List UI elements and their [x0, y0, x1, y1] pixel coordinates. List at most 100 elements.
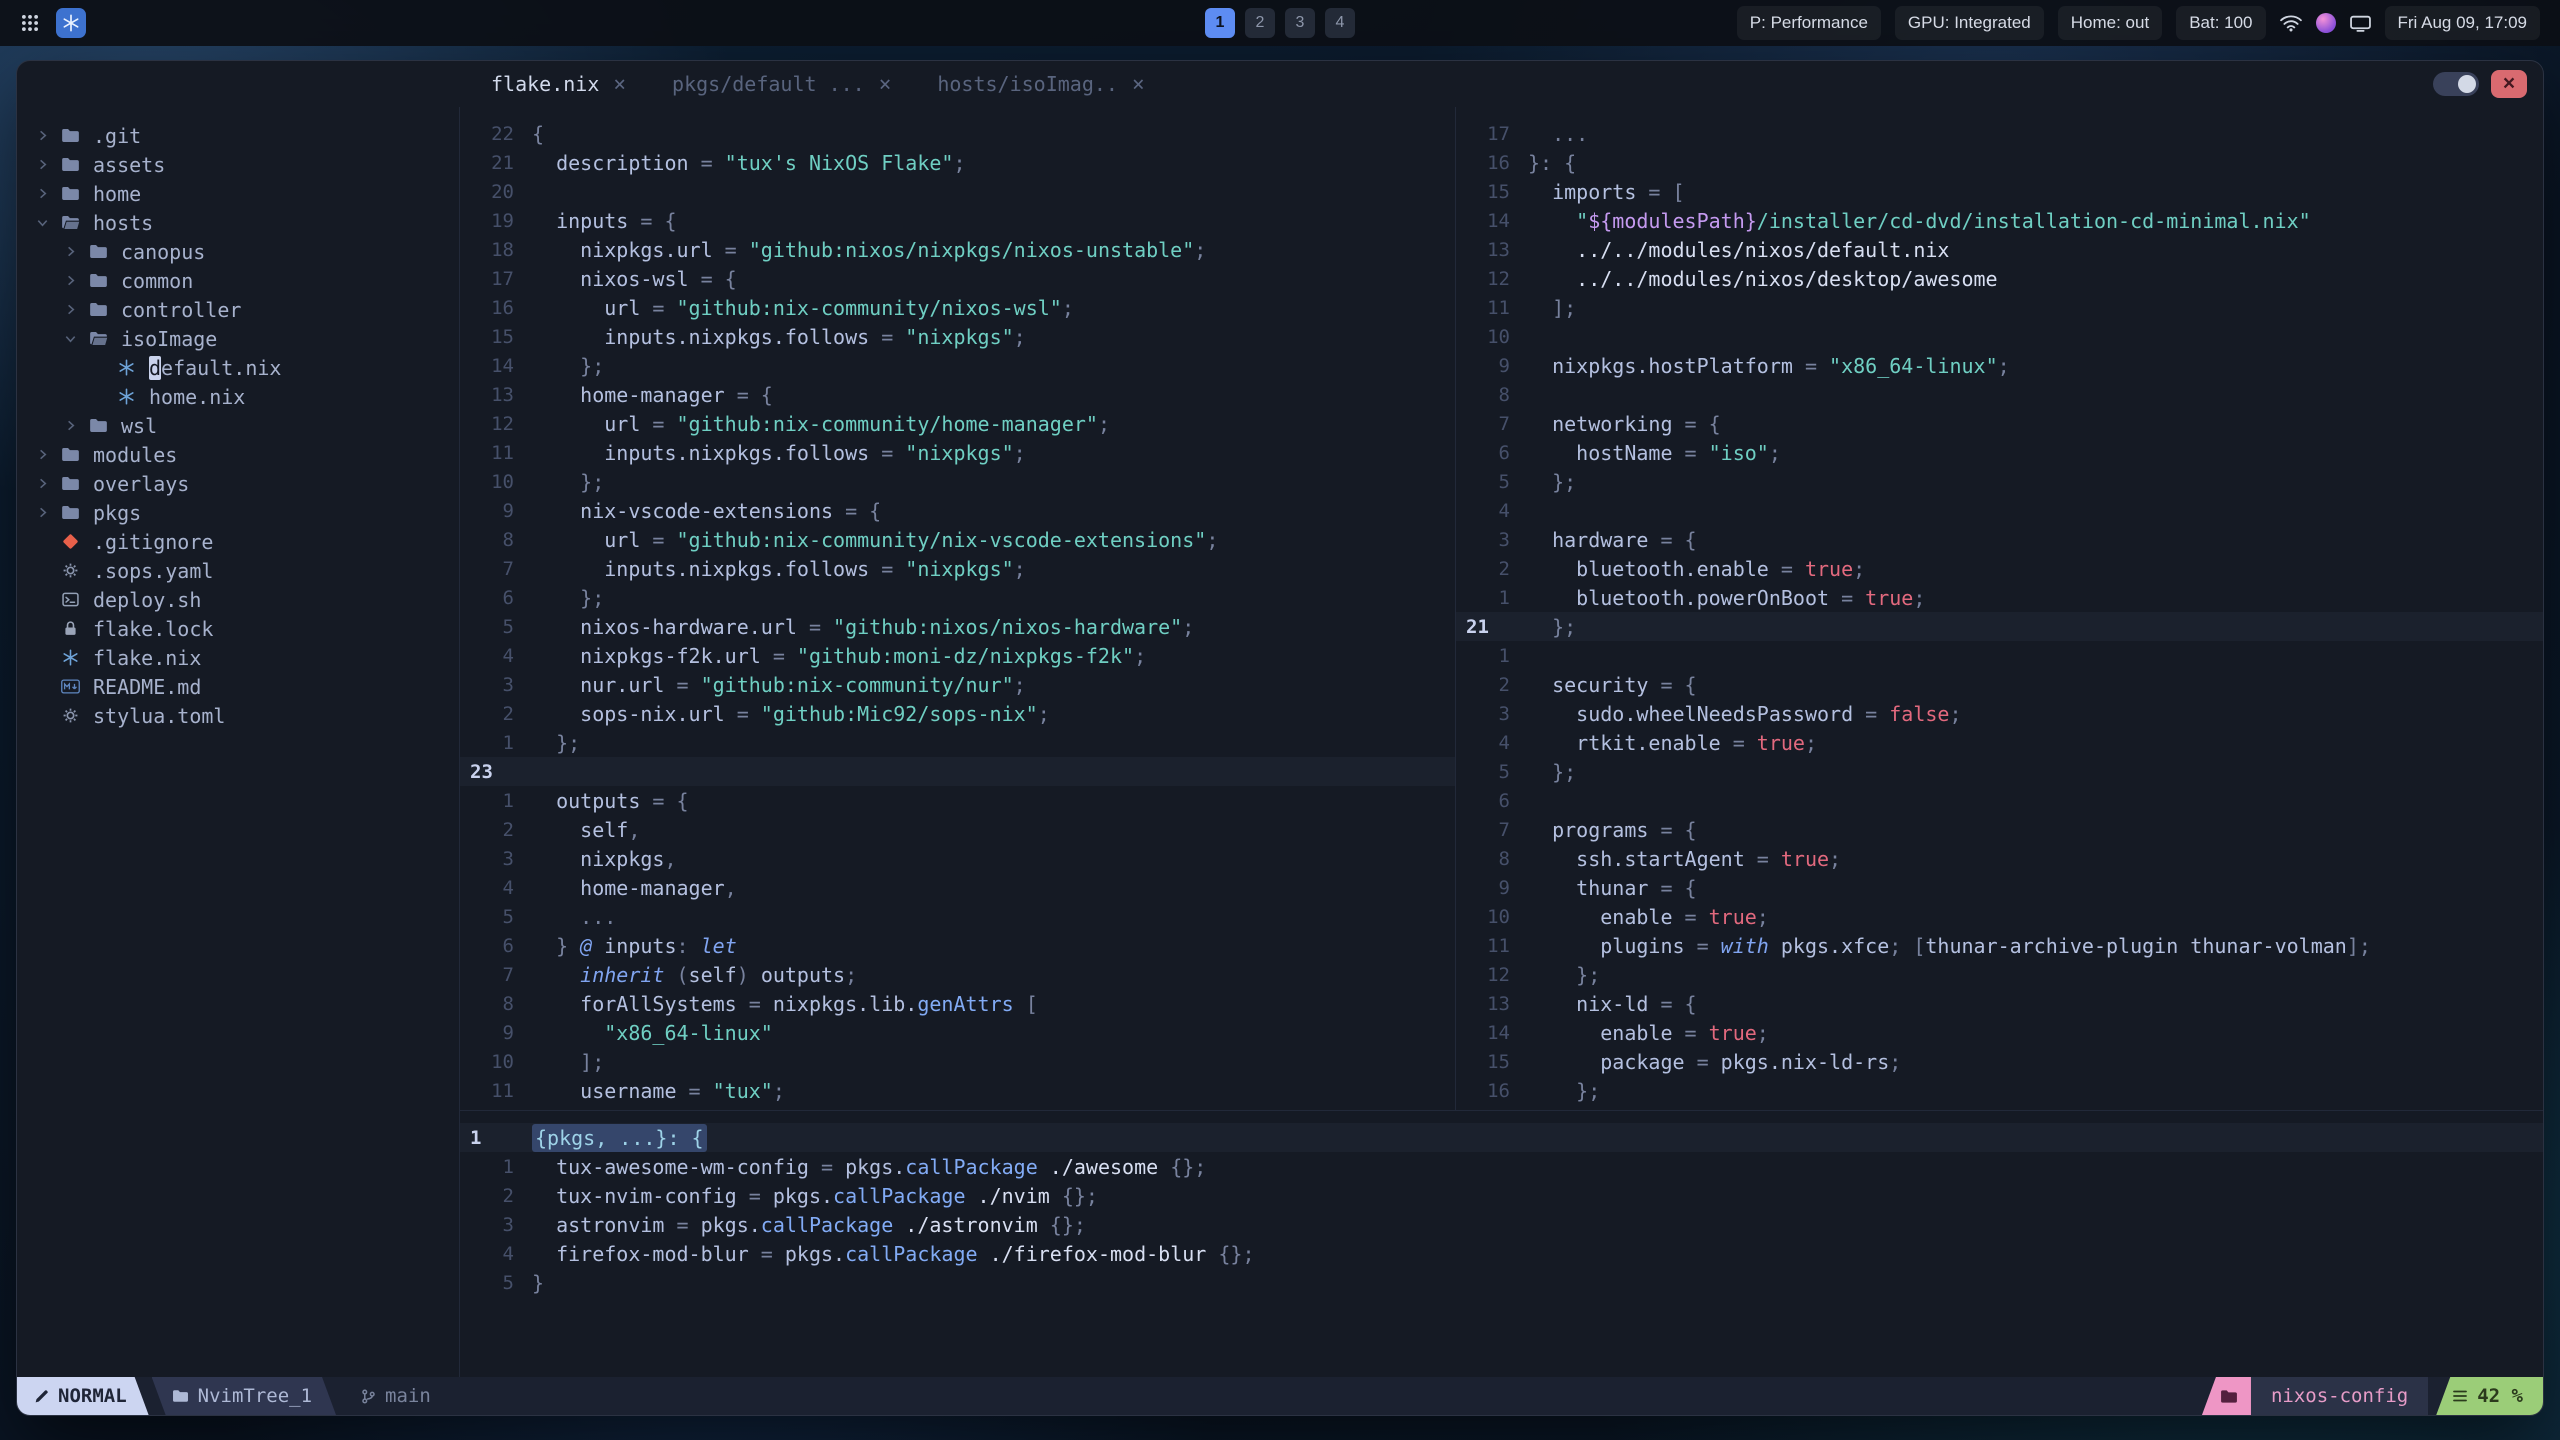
- code-line[interactable]: 4 rtkit.enable = true;: [1456, 728, 2543, 757]
- code-line[interactable]: 10 };: [460, 467, 1455, 496]
- code-line[interactable]: 8 ssh.startAgent = true;: [1456, 844, 2543, 873]
- tree-dir-hosts[interactable]: hosts: [17, 208, 459, 237]
- code-line[interactable]: 15 package = pkgs.nix-ld-rs;: [1456, 1047, 2543, 1076]
- tree-dir-canopus[interactable]: canopus: [17, 237, 459, 266]
- code-line[interactable]: 17 nixos-wsl = {: [460, 264, 1455, 293]
- code-line[interactable]: 7 networking = {: [1456, 409, 2543, 438]
- code-line[interactable]: 14 "${modulesPath}/installer/cd-dvd/inst…: [1456, 206, 2543, 235]
- git-branch[interactable]: main: [342, 1377, 449, 1415]
- code-line[interactable]: 3 nur.url = "github:nix-community/nur";: [460, 670, 1455, 699]
- tree-file-home-nix[interactable]: home.nix: [17, 382, 459, 411]
- code-line[interactable]: 9 nix-vscode-extensions = {: [460, 496, 1455, 525]
- status-dot-icon[interactable]: [2315, 13, 2336, 33]
- code-line[interactable]: 10 ];: [460, 1047, 1455, 1076]
- tree-file-stylua-toml[interactable]: stylua.toml: [17, 701, 459, 730]
- code-line[interactable]: 4 nixpkgs-f2k.url = "github:moni-dz/nixp…: [460, 641, 1455, 670]
- tree-file-sops-yaml[interactable]: .sops.yaml: [17, 556, 459, 585]
- code-line[interactable]: 1 outputs = {: [460, 786, 1455, 815]
- workspace-2[interactable]: 2: [1245, 8, 1275, 38]
- tree-file-default-nix[interactable]: default.nix: [17, 353, 459, 382]
- close-icon[interactable]: ×: [1132, 72, 1145, 96]
- code-line[interactable]: 12 ../../modules/nixos/desktop/awesome: [1456, 264, 2543, 293]
- code-line[interactable]: 2 security = {: [1456, 670, 2543, 699]
- code-line[interactable]: 8 url = "github:nix-community/nix-vscode…: [460, 525, 1455, 554]
- code-line[interactable]: 7 programs = {: [1456, 815, 2543, 844]
- tree-dir-pkgs[interactable]: pkgs: [17, 498, 459, 527]
- code-line[interactable]: 12 };: [1456, 960, 2543, 989]
- tree-dir-isoimage[interactable]: isoImage: [17, 324, 459, 353]
- close-icon[interactable]: ×: [879, 72, 892, 96]
- code-line[interactable]: 6 };: [460, 583, 1455, 612]
- code-line[interactable]: 16 };: [1456, 1076, 2543, 1105]
- code-line[interactable]: 16 url = "github:nix-community/nixos-wsl…: [460, 293, 1455, 322]
- workspace-3[interactable]: 3: [1285, 8, 1315, 38]
- code-line[interactable]: 2 bluetooth.enable = true;: [1456, 554, 2543, 583]
- code-line[interactable]: 1 };: [460, 728, 1455, 757]
- code-line[interactable]: 7 inputs.nixpkgs.follows = "nixpkgs";: [460, 554, 1455, 583]
- code-line[interactable]: 2 self,: [460, 815, 1455, 844]
- close-icon[interactable]: ×: [613, 72, 626, 96]
- workspace-1[interactable]: 1: [1205, 8, 1235, 38]
- code-line[interactable]: 5 ...: [460, 902, 1455, 931]
- code-line[interactable]: 4 home-manager,: [460, 873, 1455, 902]
- code-line[interactable]: 23: [460, 757, 1455, 786]
- code-line[interactable]: 3 hardware = {: [1456, 525, 2543, 554]
- code-line[interactable]: 1: [1456, 641, 2543, 670]
- tree-dir-common[interactable]: common: [17, 266, 459, 295]
- code-line[interactable]: 19 inputs = {: [460, 206, 1455, 235]
- tree-file-flake-nix[interactable]: flake.nix: [17, 643, 459, 672]
- tab-flake-nix[interactable]: flake.nix ×: [463, 61, 644, 107]
- code-line[interactable]: 3 nixpkgs,: [460, 844, 1455, 873]
- code-line[interactable]: 18 nixpkgs.url = "github:nixos/nixpkgs/n…: [460, 235, 1455, 264]
- code-line[interactable]: 10 enable = true;: [1456, 902, 2543, 931]
- code-line[interactable]: 6 hostName = "iso";: [1456, 438, 2543, 467]
- wifi-icon[interactable]: [2279, 14, 2302, 32]
- code-line[interactable]: 9 "x86_64-linux": [460, 1018, 1455, 1047]
- nix-logo-icon[interactable]: [56, 8, 86, 38]
- ontop-toggle[interactable]: [2433, 72, 2479, 96]
- code-line[interactable]: 21 };: [1456, 612, 2543, 641]
- code-line[interactable]: 13 nix-ld = {: [1456, 989, 2543, 1018]
- code-line[interactable]: 14 enable = true;: [1456, 1018, 2543, 1047]
- tree-dir-git[interactable]: .git: [17, 121, 459, 150]
- code-line[interactable]: 13 home-manager = {: [460, 380, 1455, 409]
- code-line[interactable]: 4: [1456, 496, 2543, 525]
- code-line[interactable]: 15 imports = [: [1456, 177, 2543, 206]
- tree-file-deploy-sh[interactable]: deploy.sh: [17, 585, 459, 614]
- code-line[interactable]: 5 };: [1456, 467, 2543, 496]
- tree-dir-controller[interactable]: controller: [17, 295, 459, 324]
- code-line[interactable]: 6 } @ inputs: let: [460, 931, 1455, 960]
- workspace-4[interactable]: 4: [1325, 8, 1355, 38]
- code-line[interactable]: 8: [1456, 380, 2543, 409]
- code-line[interactable]: 21 description = "tux's NixOS Flake";: [460, 148, 1455, 177]
- active-buffer[interactable]: NvimTree_1: [152, 1377, 336, 1415]
- code-line[interactable]: 3 astronvim = pkgs.callPackage ./astronv…: [460, 1210, 2543, 1239]
- code-line[interactable]: 2 sops-nix.url = "github:Mic92/sops-nix"…: [460, 699, 1455, 728]
- tree-dir-overlays[interactable]: overlays: [17, 469, 459, 498]
- code-line[interactable]: 4 firefox-mod-blur = pkgs.callPackage ./…: [460, 1239, 2543, 1268]
- code-line[interactable]: 5}: [460, 1268, 2543, 1297]
- code-line[interactable]: 2 tux-nvim-config = pkgs.callPackage ./n…: [460, 1181, 2543, 1210]
- apps-grid-icon[interactable]: [20, 13, 40, 33]
- code-line[interactable]: 1 tux-awesome-wm-config = pkgs.callPacka…: [460, 1152, 2543, 1181]
- tab-hosts-isoimag[interactable]: hosts/isoImag.. ×: [909, 61, 1162, 107]
- display-icon[interactable]: [2349, 15, 2371, 32]
- code-line[interactable]: 7 inherit (self) outputs;: [460, 960, 1455, 989]
- code-line[interactable]: 3 sudo.wheelNeedsPassword = false;: [1456, 699, 2543, 728]
- code-line[interactable]: 9 thunar = {: [1456, 873, 2543, 902]
- code-line[interactable]: 11 username = "tux";: [460, 1076, 1455, 1105]
- code-line[interactable]: 1 {pkgs, ...}: {: [460, 1123, 2543, 1152]
- code-line[interactable]: 1 bluetooth.powerOnBoot = true;: [1456, 583, 2543, 612]
- code-line[interactable]: 5 };: [1456, 757, 2543, 786]
- tree-file-flake-lock[interactable]: flake.lock: [17, 614, 459, 643]
- code-line[interactable]: 14 };: [460, 351, 1455, 380]
- code-line[interactable]: 15 inputs.nixpkgs.follows = "nixpkgs";: [460, 322, 1455, 351]
- code-line[interactable]: 5 nixos-hardware.url = "github:nixos/nix…: [460, 612, 1455, 641]
- code-line[interactable]: 11 plugins = with pkgs.xfce; [thunar-arc…: [1456, 931, 2543, 960]
- tree-file-gitignore[interactable]: .gitignore: [17, 527, 459, 556]
- code-line[interactable]: 10: [1456, 322, 2543, 351]
- tree-dir-wsl[interactable]: wsl: [17, 411, 459, 440]
- code-line[interactable]: 8 forAllSystems = nixpkgs.lib.genAttrs [: [460, 989, 1455, 1018]
- window-close-button[interactable]: ×: [2491, 70, 2527, 98]
- code-line[interactable]: 12 url = "github:nix-community/home-mana…: [460, 409, 1455, 438]
